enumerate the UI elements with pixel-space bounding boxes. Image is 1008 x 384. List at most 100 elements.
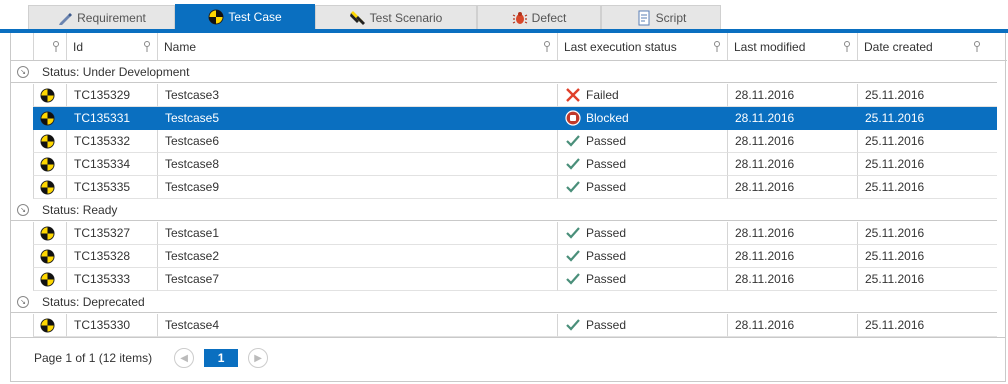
table-row[interactable]: TC135335 Testcase9 Passed 28.11.2016 25.11.2…	[33, 176, 997, 199]
row-status-cell: Blocked	[557, 107, 727, 130]
passed-check-icon	[566, 273, 580, 285]
collapse-group-icon[interactable]: ↘	[17, 204, 29, 216]
pager-previous-button[interactable]: ◀	[174, 348, 195, 368]
test-case-icon	[40, 317, 55, 333]
status-label: Blocked	[586, 111, 629, 125]
test-case-icon	[40, 179, 55, 195]
tab-script[interactable]: Script	[601, 5, 721, 29]
table-row[interactable]: TC135329 Testcase3 Failed 28.11.2016 25.11.2…	[33, 84, 997, 107]
header-modified-label: Last modified	[734, 39, 806, 54]
filter-icon[interactable]	[843, 41, 851, 52]
row-created-cell: 25.11.2016	[857, 314, 997, 337]
failed-x-icon	[566, 88, 580, 102]
row-name-cell: Testcase5	[157, 107, 557, 130]
row-status-cell: Failed	[557, 84, 727, 107]
tab-test-scenario[interactable]: Test Scenario	[315, 5, 477, 29]
row-modified-cell: 28.11.2016	[727, 107, 857, 130]
header-date-created[interactable]: Date created	[857, 33, 987, 60]
row-name-cell: Testcase2	[157, 245, 557, 268]
header-group-indent	[11, 33, 33, 60]
group-header[interactable]: ↘ Status: Ready	[11, 199, 997, 221]
status-label: Passed	[586, 226, 627, 240]
row-modified-cell: 28.11.2016	[727, 153, 857, 176]
tab-requirement[interactable]: Requirement	[28, 5, 175, 29]
pager-divider	[11, 337, 1005, 338]
tab-test-case[interactable]: Test Case	[175, 4, 315, 29]
tab-label: Script	[655, 10, 687, 25]
row-type-cell	[33, 268, 66, 291]
row-type-cell	[33, 222, 66, 245]
row-id-cell: TC135330	[66, 314, 157, 337]
row-id-cell: TC135329	[66, 84, 157, 107]
test-case-grid: Id Name Last execution status Last modif…	[10, 33, 1007, 382]
pager: Page 1 of 1 (12 items) ◀ 1 ▶	[11, 339, 1005, 377]
pager-current-page[interactable]: 1	[204, 349, 239, 367]
row-type-cell	[33, 84, 66, 107]
tab-label: Test Case	[228, 10, 282, 24]
header-id[interactable]: Id	[66, 33, 157, 60]
table-row[interactable]: TC135333 Testcase7 Passed 28.11.2016 25.11.2…	[33, 268, 997, 291]
row-created-cell: 25.11.2016	[857, 153, 997, 176]
row-id-cell: TC135333	[66, 268, 157, 291]
row-name-cell: Testcase6	[157, 130, 557, 153]
filter-icon[interactable]	[543, 41, 551, 52]
row-type-cell	[33, 176, 66, 199]
row-id-cell: TC135335	[66, 176, 157, 199]
row-name-cell: Testcase8	[157, 153, 557, 176]
row-created-cell: 25.11.2016	[857, 107, 997, 130]
row-status-cell: Passed	[557, 222, 727, 245]
row-created-cell: 25.11.2016	[857, 176, 997, 199]
status-label: Passed	[586, 180, 627, 194]
row-created-cell: 25.11.2016	[857, 245, 997, 268]
group-divider	[11, 82, 997, 83]
row-id-cell: TC135328	[66, 245, 157, 268]
requirement-icon	[59, 12, 73, 25]
header-last-modified[interactable]: Last modified	[727, 33, 857, 60]
test-case-icon	[40, 156, 55, 172]
passed-check-icon	[566, 227, 580, 239]
table-row[interactable]: TC135332 Testcase6 Passed 28.11.2016 25.11.2…	[33, 130, 997, 153]
test-case-icon	[208, 9, 224, 25]
filter-icon[interactable]	[973, 41, 981, 52]
group-label: Status: Deprecated	[42, 295, 145, 309]
group-header[interactable]: ↘ Status: Under Development	[11, 61, 997, 83]
row-id-cell: TC135327	[66, 222, 157, 245]
passed-check-icon	[566, 181, 580, 193]
group-label: Status: Ready	[42, 203, 118, 217]
header-icon-column[interactable]	[33, 33, 66, 60]
filter-icon[interactable]	[143, 41, 151, 52]
group-divider	[11, 220, 997, 221]
test-case-icon	[40, 87, 55, 103]
group-header[interactable]: ↘ Status: Deprecated	[11, 291, 997, 313]
pager-next-button[interactable]: ▶	[248, 348, 269, 368]
row-status-cell: Passed	[557, 130, 727, 153]
status-label: Passed	[586, 157, 627, 171]
header-name-label: Name	[164, 39, 197, 54]
status-label: Passed	[586, 318, 627, 332]
blocked-stop-icon	[565, 110, 581, 126]
collapse-group-icon[interactable]: ↘	[17, 66, 29, 78]
tab-defect[interactable]: Defect	[477, 5, 601, 29]
table-row[interactable]: TC135328 Testcase2 Passed 28.11.2016 25.11.2…	[33, 245, 997, 268]
table-row[interactable]: TC135334 Testcase8 Passed 28.11.2016 25.11.2…	[33, 153, 997, 176]
row-type-cell	[33, 153, 66, 176]
passed-check-icon	[566, 135, 580, 147]
row-id-cell: TC135334	[66, 153, 157, 176]
table-row[interactable]: TC135327 Testcase1 Passed 28.11.2016 25.11.2…	[33, 222, 997, 245]
collapse-group-icon[interactable]: ↘	[17, 296, 29, 308]
row-status-cell: Passed	[557, 153, 727, 176]
row-modified-cell: 28.11.2016	[727, 268, 857, 291]
table-row[interactable]: TC135331 Testcase5 Blocked 28.11.2016 25.11.…	[33, 107, 997, 130]
group-divider	[11, 312, 997, 313]
status-label: Passed	[586, 134, 627, 148]
tab-label: Test Scenario	[369, 10, 443, 25]
filter-icon[interactable]	[713, 41, 721, 52]
filter-icon[interactable]	[52, 41, 60, 52]
header-last-execution-status[interactable]: Last execution status	[557, 33, 727, 60]
row-id-cell: TC135332	[66, 130, 157, 153]
row-modified-cell: 28.11.2016	[727, 176, 857, 199]
header-status-label: Last execution status	[564, 39, 677, 54]
header-name[interactable]: Name	[157, 33, 557, 60]
status-label: Passed	[586, 272, 627, 286]
table-row[interactable]: TC135330 Testcase4 Passed 28.11.2016 25.11.2…	[33, 314, 997, 337]
